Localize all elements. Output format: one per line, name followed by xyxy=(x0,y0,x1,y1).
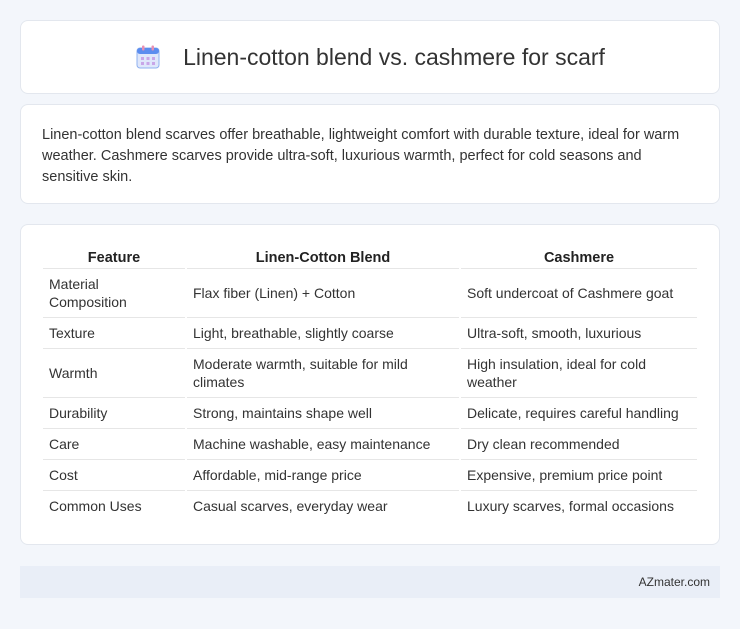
feature-cell: Cost xyxy=(43,460,185,491)
column-header-feature: Feature xyxy=(43,245,185,269)
table-row: Common Uses Casual scarves, everyday wea… xyxy=(43,491,697,521)
cashmere-cell: Ultra-soft, smooth, luxurious xyxy=(461,318,697,349)
comparison-table: Feature Linen-Cotton Blend Cashmere Mate… xyxy=(41,245,699,521)
cashmere-cell: Luxury scarves, formal occasions xyxy=(467,498,674,514)
feature-cell: Texture xyxy=(43,318,185,349)
table-row: Cost Affordable, mid-range price Expensi… xyxy=(43,460,697,491)
linen-cotton-cell: Light, breathable, slightly coarse xyxy=(187,318,459,349)
column-header-cashmere: Cashmere xyxy=(461,245,697,269)
feature-cell: Common Uses xyxy=(49,498,142,514)
comparison-table-card: Feature Linen-Cotton Blend Cashmere Mate… xyxy=(20,224,720,545)
table-row: Care Machine washable, easy maintenance … xyxy=(43,429,697,460)
title-card: Linen-cotton blend vs. cashmere for scar… xyxy=(20,20,720,94)
cashmere-cell: Dry clean recommended xyxy=(461,429,697,460)
table-row: Material Composition Flax fiber (Linen) … xyxy=(43,269,697,318)
table-row: Durability Strong, maintains shape well … xyxy=(43,398,697,429)
table-row: Texture Light, breathable, slightly coar… xyxy=(43,318,697,349)
linen-cotton-cell: Machine washable, easy maintenance xyxy=(187,429,459,460)
cashmere-cell: Expensive, premium price point xyxy=(461,460,697,491)
footer: AZmater.com xyxy=(20,566,720,598)
linen-cotton-cell: Casual scarves, everyday wear xyxy=(193,498,388,514)
page-title: Linen-cotton blend vs. cashmere for scar… xyxy=(183,43,605,70)
cashmere-cell: High insulation, ideal for cold weather xyxy=(461,349,697,398)
feature-cell: Care xyxy=(43,429,185,460)
description-card: Linen-cotton blend scarves offer breatha… xyxy=(20,104,720,204)
linen-cotton-cell: Moderate warmth, suitable for mild clima… xyxy=(187,349,459,398)
table-row: Warmth Moderate warmth, suitable for mil… xyxy=(43,349,697,398)
calendar-icon xyxy=(135,44,161,70)
linen-cotton-cell: Flax fiber (Linen) + Cotton xyxy=(187,269,459,318)
cashmere-cell: Soft undercoat of Cashmere goat xyxy=(461,269,697,318)
description-text: Linen-cotton blend scarves offer breatha… xyxy=(42,127,680,185)
linen-cotton-cell: Strong, maintains shape well xyxy=(187,398,459,429)
feature-cell: Warmth xyxy=(43,349,185,398)
column-header-linen-cotton: Linen-Cotton Blend xyxy=(187,245,459,269)
linen-cotton-cell: Affordable, mid-range price xyxy=(187,460,459,491)
footer-brand: AZmater.com xyxy=(638,575,710,589)
table-header-row: Feature Linen-Cotton Blend Cashmere xyxy=(43,245,697,269)
feature-cell: Material Composition xyxy=(43,269,185,318)
feature-cell: Durability xyxy=(43,398,185,429)
cashmere-cell: Delicate, requires careful handling xyxy=(461,398,697,429)
